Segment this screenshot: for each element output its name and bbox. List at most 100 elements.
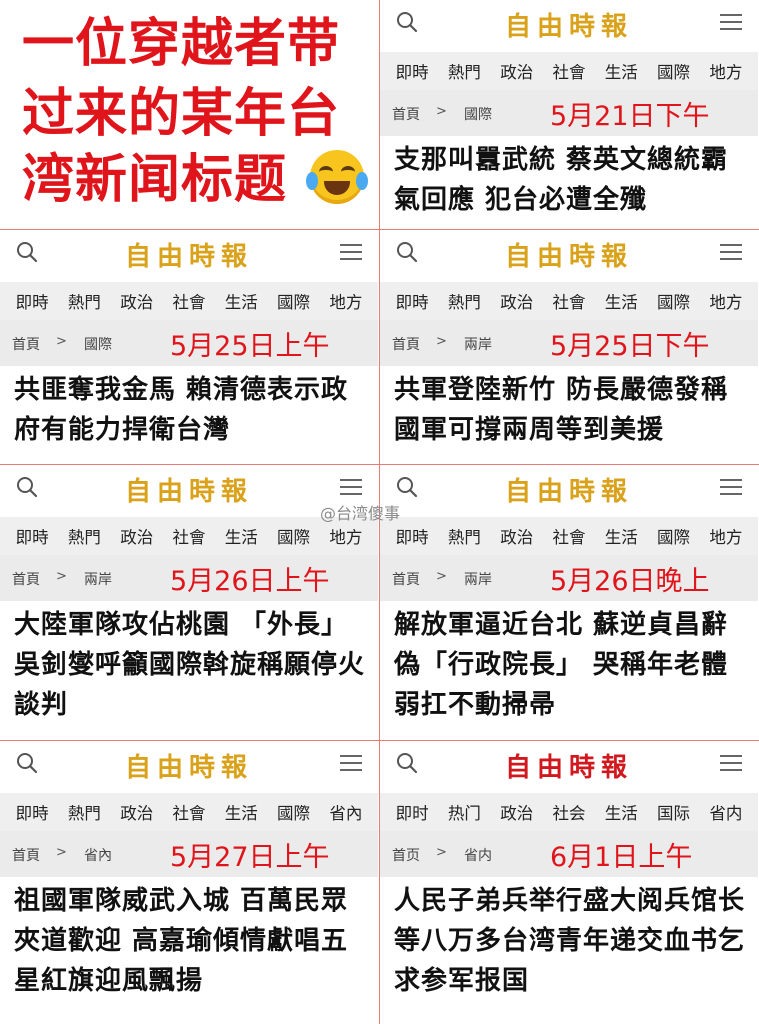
news-headline[interactable]: 人民子弟兵举行盛大阅兵馆长等八万多台湾青年递交血书乞求参军报国 [394,881,748,1001]
nav-item[interactable]: 生活 [605,289,638,313]
breadcrumb-section[interactable]: 省内 [464,845,492,865]
nav-item[interactable]: 生活 [605,524,638,548]
nav-item[interactable]: 生活 [225,800,258,824]
nav-item[interactable]: 生活 [225,524,258,548]
title-line-1: 一位穿越者带 [22,14,341,74]
nav-item[interactable]: 國際 [657,289,690,313]
nav-item[interactable]: 熱門 [448,289,481,313]
site-logo[interactable]: 自由時報 [0,236,378,273]
breadcrumb-section[interactable]: 兩岸 [464,569,492,589]
menu-icon[interactable] [720,479,742,495]
news-card[interactable]: 自由時報 即時 熱門 政治 社會 生活 國際 地方 首頁 > 兩岸 5月26日晚上 解放軍逼… [380,465,758,740]
nav-item[interactable]: 国际 [657,800,690,824]
nav-item[interactable]: 生活 [605,59,638,83]
nav-item[interactable]: 地方 [709,59,742,83]
site-logo[interactable]: 自由時報 [380,747,758,784]
nav-item[interactable]: 即時 [16,524,49,548]
nav-bar: 即時 熱門 政治 社會 生活 國際 地方 [0,282,378,320]
menu-icon[interactable] [340,755,362,771]
news-card[interactable]: 自由時報 即時 熱門 政治 社會 生活 國際 省內 首頁 > 省內 5月27日上午 祖國軍隊… [0,741,378,1024]
news-headline[interactable]: 解放軍逼近台北 蘇逆貞昌辭偽「行政院長」 哭稱年老體弱扛不動掃帚 [394,605,748,725]
nav-item[interactable]: 即時 [396,524,429,548]
nav-bar: 即時 熱門 政治 社會 生活 國際 省內 [0,793,378,831]
breadcrumb-home[interactable]: 首頁 [12,334,40,354]
news-card[interactable]: 自由時報 即時 熱門 政治 社會 生活 國際 地方 首頁 > 國際 5月21日下午 支那叫囂… [380,0,758,229]
news-headline[interactable]: 大陸軍隊攻佔桃園 「外長」吳釗燮呼籲國際斡旋稱願停火談判 [14,605,368,725]
nav-item[interactable]: 國際 [277,524,310,548]
nav-item[interactable]: 熱門 [448,59,481,83]
site-logo[interactable]: 自由時報 [380,471,758,508]
menu-icon[interactable] [720,244,742,260]
nav-item[interactable]: 社會 [172,800,205,824]
nav-item[interactable]: 政治 [500,289,533,313]
breadcrumb-home[interactable]: 首頁 [392,104,420,124]
nav-item[interactable]: 國際 [277,800,310,824]
nav-item[interactable]: 社會 [172,524,205,548]
breadcrumb-separator: > [436,104,447,119]
nav-item[interactable]: 熱門 [448,524,481,548]
site-logo[interactable]: 自由時報 [380,6,758,43]
nav-item[interactable]: 社會 [552,59,585,83]
nav-item[interactable]: 即時 [16,800,49,824]
nav-item[interactable]: 國際 [657,524,690,548]
nav-item[interactable]: 政治 [120,800,153,824]
menu-icon[interactable] [720,14,742,30]
nav-item[interactable]: 生活 [605,800,638,824]
breadcrumb-section[interactable]: 國際 [84,334,112,354]
news-headline[interactable]: 支那叫囂武統 蔡英文總統霸氣回應 犯台必遭全殲 [394,140,748,220]
site-logo[interactable]: 自由時報 [380,236,758,273]
nav-item[interactable]: 國際 [657,59,690,83]
nav-item[interactable]: 政治 [500,59,533,83]
nav-item[interactable]: 政治 [500,524,533,548]
nav-bar: 即時 熱門 政治 社會 生活 國際 地方 [380,52,758,90]
nav-item[interactable]: 熱門 [68,289,101,313]
nav-item[interactable]: 即時 [396,289,429,313]
menu-icon[interactable] [340,244,362,260]
nav-item[interactable]: 熱門 [68,800,101,824]
news-headline[interactable]: 共匪奪我金馬 賴清德表示政府有能力捍衛台灣 [14,370,368,450]
nav-item[interactable]: 即時 [396,59,429,83]
nav-item[interactable]: 社會 [172,289,205,313]
menu-icon[interactable] [340,479,362,495]
breadcrumb-home[interactable]: 首頁 [12,845,40,865]
nav-item[interactable]: 熱門 [68,524,101,548]
breadcrumb-home[interactable]: 首頁 [12,569,40,589]
nav-item[interactable]: 國際 [277,289,310,313]
nav-item[interactable]: 政治 [120,524,153,548]
nav-item[interactable]: 生活 [225,289,258,313]
breadcrumb-section[interactable]: 省內 [84,845,112,865]
news-card[interactable]: 自由時報 即時 熱門 政治 社會 生活 國際 地方 首頁 > 國際 5月25日上午 共匪奪我… [0,230,378,464]
date-label: 5月26日上午 [170,566,330,597]
nav-item[interactable]: 社会 [552,800,585,824]
nav-item[interactable]: 社會 [552,289,585,313]
nav-item[interactable]: 政治 [500,800,533,824]
breadcrumb-section[interactable]: 兩岸 [84,569,112,589]
news-card[interactable]: 自由時報 即時 熱門 政治 社會 生活 國際 地方 首頁 > 兩岸 5月25日下午 共軍登陸… [380,230,758,464]
breadcrumb-section[interactable]: 兩岸 [464,334,492,354]
breadcrumb-home[interactable]: 首页 [392,845,420,865]
news-card[interactable]: 自由時報 即时 热门 政治 社会 生活 国际 省内 首页 > 省内 6月1日上午 人民子弟兵… [380,741,758,1024]
nav-item[interactable]: 即时 [396,800,429,824]
nav-item[interactable]: 地方 [329,289,362,313]
site-logo[interactable]: 自由時報 [0,747,378,784]
nav-item[interactable]: 地方 [329,524,362,548]
site-header: 自由時報 [0,230,378,276]
nav-item[interactable]: 即時 [16,289,49,313]
nav-item[interactable]: 省内 [709,800,742,824]
nav-item[interactable]: 热门 [448,800,481,824]
nav-item[interactable]: 政治 [120,289,153,313]
nav-item[interactable]: 地方 [709,289,742,313]
breadcrumb-home[interactable]: 首頁 [392,569,420,589]
breadcrumb-separator: > [56,334,67,349]
nav-item[interactable]: 地方 [709,524,742,548]
breadcrumb-section[interactable]: 國際 [464,104,492,124]
watermark: @台湾傻事 [320,504,401,523]
nav-item[interactable]: 社會 [552,524,585,548]
nav-item[interactable]: 省內 [329,800,362,824]
breadcrumb-home[interactable]: 首頁 [392,334,420,354]
news-headline[interactable]: 共軍登陸新竹 防長嚴德發稱國軍可撐兩周等到美援 [394,370,748,450]
menu-icon[interactable] [720,755,742,771]
news-headline[interactable]: 祖國軍隊威武入城 百萬民眾夾道歡迎 高嘉瑜傾情獻唱五星紅旗迎風飄揚 [14,881,368,1001]
nav-bar: 即時 熱門 政治 社會 生活 國際 地方 [380,282,758,320]
breadcrumb-separator: > [436,845,447,860]
